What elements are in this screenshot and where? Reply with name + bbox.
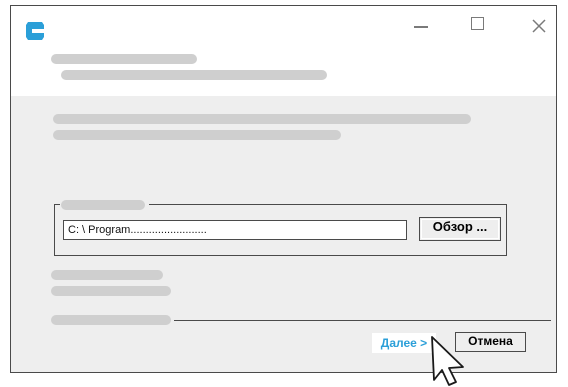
groupbox-label-placeholder — [61, 200, 145, 210]
minimize-button[interactable] — [414, 16, 434, 36]
close-button[interactable] — [531, 16, 551, 36]
mouse-pointer-icon — [431, 336, 464, 386]
content-panel: C: \ Program......................... Об… — [11, 96, 556, 372]
space-required-placeholder — [51, 270, 163, 280]
close-icon — [532, 19, 546, 33]
install-path-input[interactable]: C: \ Program......................... — [63, 220, 407, 240]
app-logo-icon — [26, 22, 44, 40]
footer-separator — [174, 320, 551, 321]
header-title-placeholder — [51, 54, 197, 64]
brand-footer-placeholder — [51, 315, 171, 325]
installer-window: C: \ Program......................... Об… — [10, 5, 557, 373]
header-subtitle-placeholder — [61, 70, 327, 80]
maximize-button[interactable] — [471, 16, 491, 36]
space-available-placeholder — [51, 286, 171, 296]
description-line-2 — [53, 130, 341, 140]
description-line-1 — [53, 114, 471, 124]
browse-button[interactable]: Обзор ... — [419, 217, 501, 241]
